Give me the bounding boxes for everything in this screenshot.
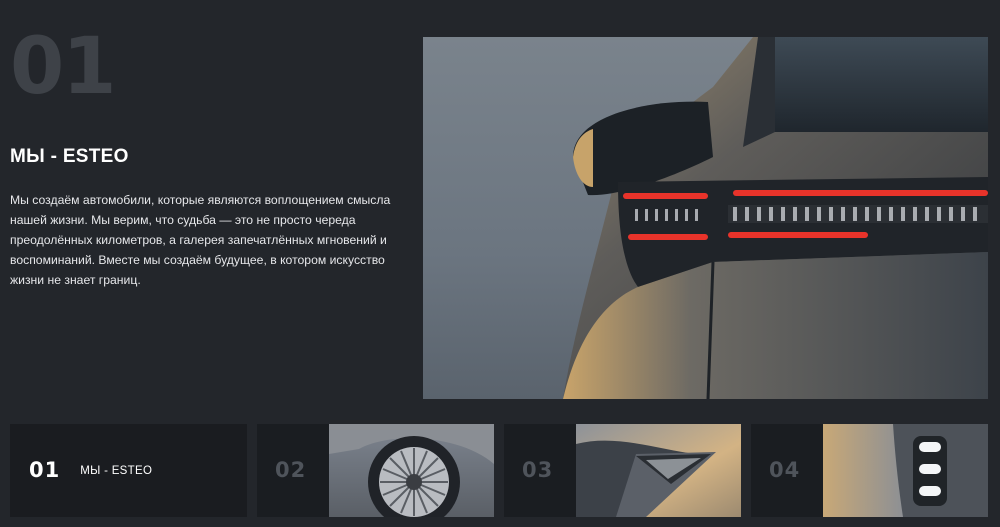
wheel-thumbnail <box>329 424 494 517</box>
tab-03[interactable]: 03 <box>504 424 741 517</box>
tab-number: 01 <box>29 458 61 482</box>
section-tabs: 01 МЫ - ESTEO 02 03 04 <box>10 424 988 517</box>
section-title: МЫ - ESTEO <box>10 146 129 167</box>
section-description: Мы создаём автомобили, которые являются … <box>10 193 391 287</box>
tab-number: 02 <box>275 458 307 482</box>
hero-image <box>423 37 988 399</box>
tab-04[interactable]: 04 <box>751 424 988 517</box>
tab-label: МЫ - ESTEO <box>80 464 153 477</box>
tab-01[interactable]: 01 МЫ - ESTEO <box>10 424 247 517</box>
tab-number: 04 <box>769 458 801 482</box>
rear-side-thumbnail <box>576 424 741 517</box>
front-lights-thumbnail <box>823 424 988 517</box>
tab-number: 03 <box>522 458 554 482</box>
section-number: 01 <box>10 22 117 112</box>
tab-02[interactable]: 02 <box>257 424 494 517</box>
